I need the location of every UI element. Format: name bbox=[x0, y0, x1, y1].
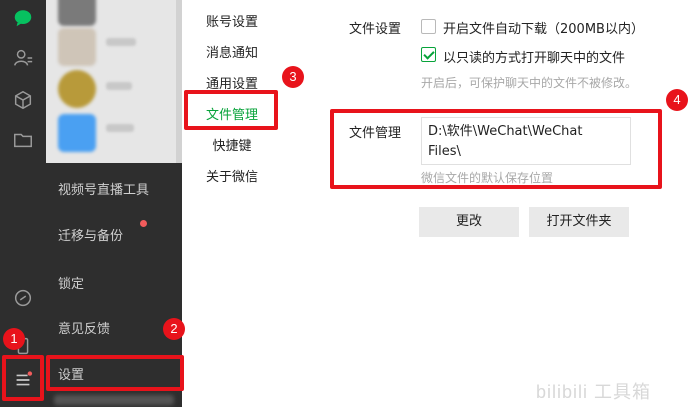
read-only-hint: 开启后，可保护聊天中的文件不被修改。 bbox=[421, 76, 638, 90]
chat-name-blur bbox=[106, 82, 132, 90]
nav-message-notifications[interactable]: 消息通知 bbox=[182, 42, 282, 61]
notification-dot bbox=[140, 220, 147, 227]
cube-icon[interactable] bbox=[0, 84, 46, 116]
folder-icon[interactable] bbox=[0, 124, 46, 156]
highlight-file-management-nav bbox=[184, 90, 278, 130]
chat-name-blur bbox=[106, 124, 134, 132]
link-icon[interactable] bbox=[0, 282, 46, 314]
menu-item-feedback[interactable]: 意见反馈 bbox=[58, 318, 110, 337]
menu-item-live-tools[interactable]: 视频号直播工具 bbox=[58, 179, 149, 198]
chat-list bbox=[46, 0, 182, 163]
file-settings-label: 文件设置 bbox=[349, 22, 402, 37]
step-badge-2: 2 bbox=[163, 318, 185, 340]
avatar bbox=[58, 114, 96, 152]
settings-content: 文件设置 开启文件自动下载（200MB以内） 以只读的方式打开聊天中的文件 开启… bbox=[282, 0, 692, 407]
read-only-checkbox[interactable] bbox=[421, 47, 436, 62]
avatar bbox=[58, 70, 96, 108]
nav-about-wechat[interactable]: 关于微信 bbox=[182, 166, 282, 185]
step-badge-1: 1 bbox=[3, 328, 25, 350]
watermark: bilibili 工具箱 bbox=[536, 382, 652, 402]
settings-nav: 账号设置 消息通知 通用设置 文件管理 快捷键 关于微信 bbox=[182, 0, 282, 407]
chat-icon[interactable] bbox=[0, 2, 46, 34]
highlight-settings-item bbox=[46, 355, 184, 391]
step-badge-3: 3 bbox=[282, 66, 304, 88]
nav-account-settings[interactable]: 账号设置 bbox=[182, 11, 282, 30]
change-path-button[interactable]: 更改 bbox=[419, 207, 519, 237]
contacts-icon[interactable] bbox=[0, 42, 46, 74]
open-folder-button[interactable]: 打开文件夹 bbox=[529, 207, 629, 237]
nav-shortcuts[interactable]: 快捷键 bbox=[182, 135, 282, 154]
step-badge-4: 4 bbox=[666, 89, 688, 111]
highlight-file-path-section bbox=[330, 109, 662, 189]
chat-name-blur bbox=[106, 38, 136, 46]
auto-download-label[interactable]: 开启文件自动下载（200MB以内） bbox=[443, 18, 644, 37]
menu-item-lock[interactable]: 锁定 bbox=[58, 273, 84, 292]
menu-item-migrate-backup[interactable]: 迁移与备份 bbox=[58, 225, 123, 244]
highlight-menu-button bbox=[2, 355, 44, 401]
menu-bottom-blur bbox=[54, 395, 174, 405]
list-item[interactable] bbox=[46, 106, 182, 160]
auto-download-checkbox[interactable] bbox=[421, 19, 436, 34]
read-only-label[interactable]: 以只读的方式打开聊天中的文件 bbox=[443, 47, 625, 66]
avatar bbox=[58, 28, 96, 66]
